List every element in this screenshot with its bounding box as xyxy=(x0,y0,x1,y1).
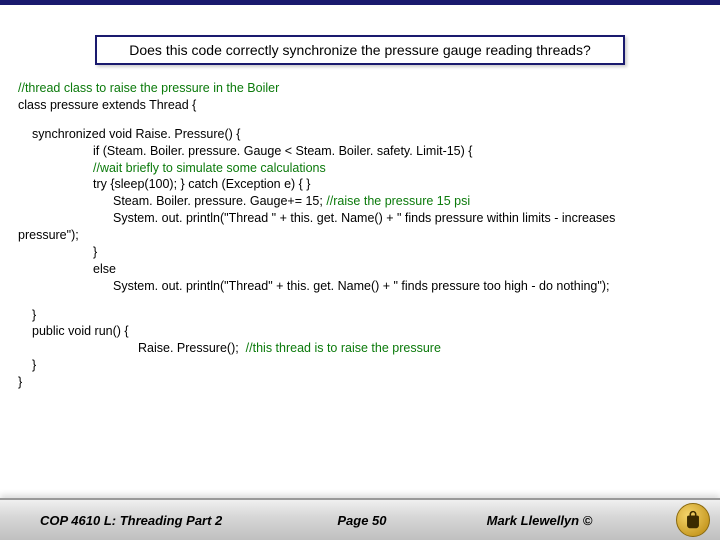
slide-title: Does this code correctly synchronize the… xyxy=(129,42,590,58)
code-comment: //this thread is to raise the pressure xyxy=(246,341,441,355)
code-line: System. out. println("Thread" + this. ge… xyxy=(18,278,702,295)
code-line: public void run() { xyxy=(18,323,702,340)
code-comment: //thread class to raise the pressure in … xyxy=(18,80,702,97)
code-line: } xyxy=(18,374,702,391)
footer-course: COP 4610 L: Threading Part 2 xyxy=(0,513,267,528)
code-block: //thread class to raise the pressure in … xyxy=(0,80,720,391)
footer-author: Mark Llewellyn © xyxy=(457,513,676,528)
code-line: class pressure extends Thread { xyxy=(18,97,702,114)
code-line: Raise. Pressure(); //this thread is to r… xyxy=(18,340,702,357)
code-line: } xyxy=(18,307,702,324)
code-line: pressure"); xyxy=(18,227,702,244)
code-line: try {sleep(100); } catch (Exception e) {… xyxy=(18,176,702,193)
code-comment: //wait briefly to simulate some calculat… xyxy=(18,160,702,177)
footer: COP 4610 L: Threading Part 2 Page 50 Mar… xyxy=(0,498,720,540)
ucf-logo-icon xyxy=(676,503,710,537)
code-line: if (Steam. Boiler. pressure. Gauge < Ste… xyxy=(18,143,702,160)
code-comment: //raise the pressure 15 psi xyxy=(326,194,470,208)
footer-page: Page 50 xyxy=(267,513,456,528)
code-line: Steam. Boiler. pressure. Gauge+= 15; //r… xyxy=(18,193,702,210)
code-line: } xyxy=(18,244,702,261)
slide-title-box: Does this code correctly synchronize the… xyxy=(95,35,625,65)
code-line: System. out. println("Thread " + this. g… xyxy=(18,210,702,227)
code-line: } xyxy=(18,357,702,374)
code-line: else xyxy=(18,261,702,278)
code-line: synchronized void Raise. Pressure() { xyxy=(18,126,702,143)
